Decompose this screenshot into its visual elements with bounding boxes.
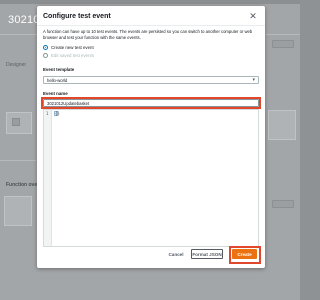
background-panel bbox=[4, 196, 32, 226]
format-json-button[interactable]: Format JSON bbox=[191, 249, 223, 259]
create-button[interactable]: Create bbox=[232, 249, 257, 259]
background-layer-box bbox=[12, 118, 20, 126]
dialog-title: Configure test event bbox=[43, 13, 111, 20]
create-new-test-event-label: Create new test event bbox=[51, 45, 94, 50]
event-json-editor[interactable]: 1 {} bbox=[43, 109, 259, 247]
editor-code[interactable]: {} bbox=[55, 111, 60, 116]
event-template-select[interactable]: hello-world ▾ bbox=[43, 76, 259, 84]
radio-unselected-icon bbox=[43, 53, 48, 58]
edit-saved-test-events-option: Edit saved test events bbox=[43, 53, 94, 58]
dialog-header: Configure test event ✕ bbox=[37, 6, 265, 26]
background-action-button bbox=[272, 40, 294, 48]
event-template-value: hello-world bbox=[47, 78, 68, 83]
event-name-label: Event name bbox=[43, 91, 68, 96]
event-template-label: Event template bbox=[43, 67, 75, 72]
editor-line-number: 1 bbox=[46, 111, 49, 116]
edit-saved-test-events-label: Edit saved test events bbox=[51, 53, 94, 58]
header-divider bbox=[37, 25, 265, 26]
background-top-bar bbox=[0, 0, 300, 4]
background-designer-label: Designer bbox=[6, 62, 27, 68]
background-panel bbox=[268, 110, 296, 140]
event-name-input[interactable] bbox=[43, 99, 259, 107]
dialog-description: A function can have up to 10 test events… bbox=[43, 29, 253, 40]
create-new-test-event-option[interactable]: Create new test event bbox=[43, 45, 94, 50]
background-divider bbox=[0, 160, 36, 161]
background-action-button bbox=[272, 200, 294, 208]
close-icon[interactable]: ✕ bbox=[248, 11, 258, 21]
editor-gutter: 1 bbox=[44, 110, 52, 246]
caret-down-icon: ▾ bbox=[252, 77, 255, 83]
radio-selected-icon[interactable] bbox=[43, 45, 48, 50]
cancel-button[interactable]: Cancel bbox=[165, 249, 187, 259]
configure-test-event-dialog: Configure test event ✕ A function can ha… bbox=[37, 6, 265, 268]
